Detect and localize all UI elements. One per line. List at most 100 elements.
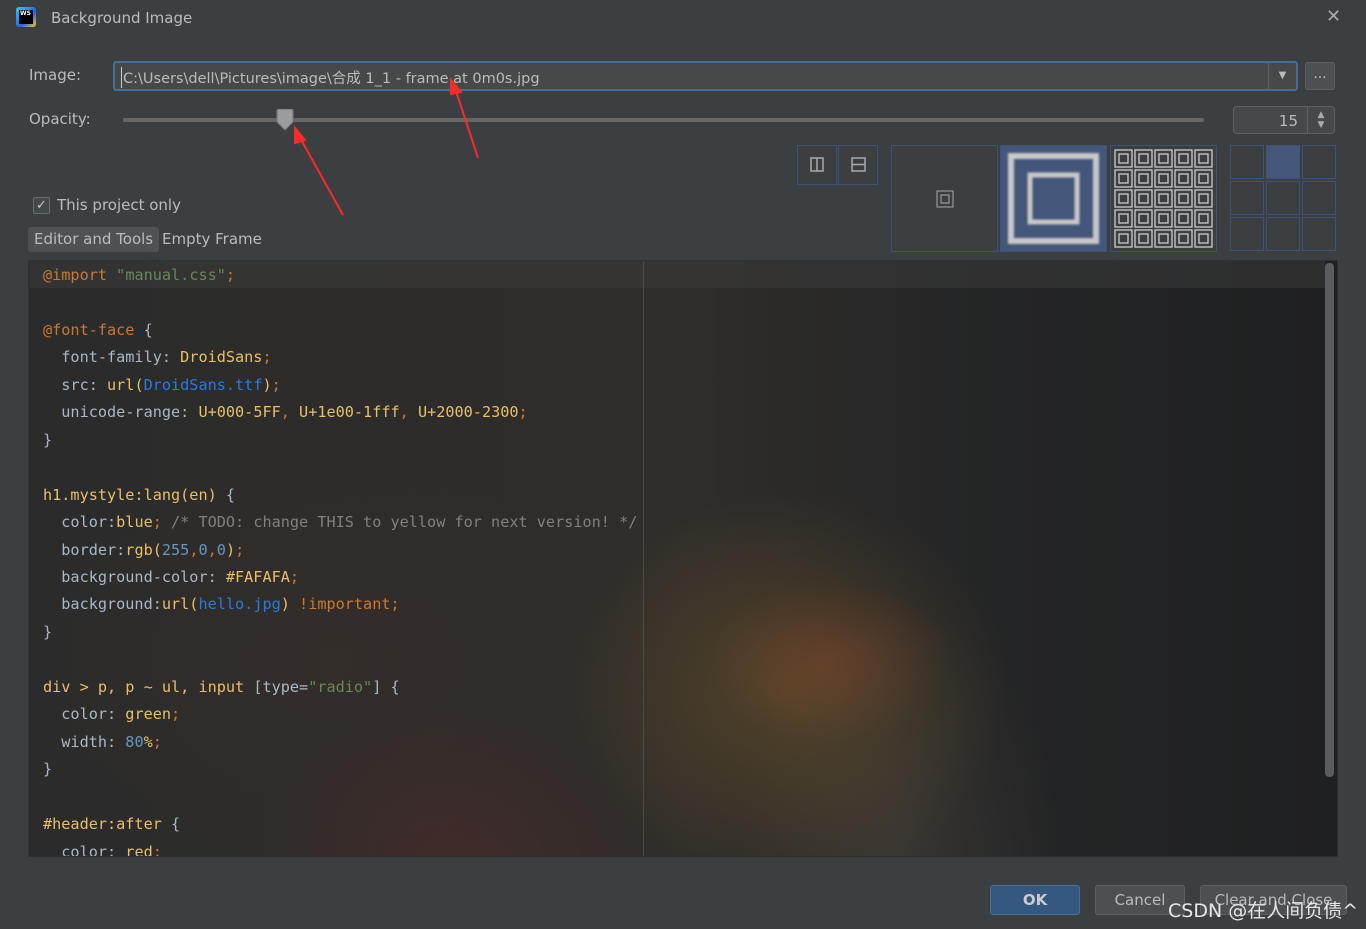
anchor-middle-right[interactable] [1302,181,1336,215]
code-token: #header:after [43,815,162,834]
opacity-slider-thumb[interactable] [276,109,294,131]
fill-mode-tile[interactable] [1110,145,1217,252]
code-line: width: 80%; [43,729,637,756]
code-token: 0 [198,540,208,559]
code-line: } [43,427,637,454]
code-line: background:url(hello.jpg) !important; [43,591,637,618]
code-token: ; [518,403,528,422]
code-token: unicode-range: [43,403,199,422]
code-token: background-color: [43,567,226,586]
plain-image-icon [936,190,954,208]
editor-preview: @import "manual.css"; @font-face { font-… [28,260,1338,857]
anchor-center[interactable] [1266,181,1300,215]
code-token: ; [289,567,300,586]
flip-vertical-button[interactable] [838,145,878,185]
anchor-bottom-left[interactable] [1230,217,1264,251]
this-project-only-checkbox[interactable]: ✓ [33,197,50,214]
code-token: ) [262,375,272,394]
code-token: ; [271,375,281,394]
code-line: #header:after { [43,811,637,838]
tiled-image-icon [1114,149,1213,248]
flip-horizontal-button[interactable] [797,145,837,185]
code-token: ] { [372,677,400,696]
code-line: color: green; [43,701,637,728]
code-token: blue [116,513,153,532]
opacity-value[interactable]: 15 [1279,112,1298,130]
this-project-only-label[interactable]: This project only [57,196,181,214]
browse-button[interactable]: ... [1305,62,1335,90]
tab-editor-and-tools[interactable]: Editor and Tools [28,227,160,252]
tab-empty-frame[interactable]: Empty Frame [156,227,268,252]
code-line: border:rgb(255,0,0); [43,537,637,564]
annotation-arrowhead [294,125,307,145]
code-token: { [216,485,236,504]
anchor-grid[interactable] [1230,145,1337,252]
code-token: border: [43,540,126,559]
code-token: !important [299,595,391,614]
code-token: 80 [125,732,144,751]
code-line: color: red; [43,839,637,857]
anchor-top-left[interactable] [1230,145,1264,179]
code-token: ) [280,595,300,614]
code-token: width: [43,732,126,751]
code-line: } [43,756,637,783]
code-token: 255 [161,540,190,559]
code-token: ; [152,513,172,532]
ok-button[interactable]: OK [990,885,1080,915]
split-vertical-icon [810,157,824,172]
code-token: div > p, p ~ ul, input [43,677,254,696]
anchor-top-center[interactable] [1266,145,1300,179]
window-title: Background Image [51,9,193,27]
webstorm-app-icon: WS [16,7,36,27]
code-token: ; [235,540,245,559]
vertical-scrollbar[interactable] [1325,263,1334,777]
anchor-bottom-right[interactable] [1302,217,1336,251]
code-token: color: [43,513,117,532]
annotation-arrow-opacity [298,135,344,216]
fill-mode-plain[interactable] [891,145,998,252]
opacity-spinner[interactable]: 15 ▲ ▼ [1233,106,1335,134]
image-path-input[interactable]: C:\Users\dell\Pictures\image\合成 1_1 - fr… [121,67,540,88]
code-token: red [125,842,153,857]
code-token: ) [225,540,236,559]
chevron-down-icon[interactable]: ▼ [1268,63,1296,89]
code-token: 0 [216,540,226,559]
code-line: div > p, p ~ ul, input [type="radio"] { [43,674,637,701]
code-token: DroidSans [180,348,263,367]
code-token: "manual.css" [116,266,226,284]
code-token: } [43,430,53,449]
code-token: , [399,403,418,422]
code-token: ; [152,842,162,857]
code-line: h1.mystyle:lang(en) { [43,482,637,509]
code-token: ; [171,705,181,724]
spinner-arrows-icon[interactable]: ▲ ▼ [1307,107,1334,133]
image-label: Image: [29,66,82,84]
code-token: , [280,403,300,422]
code-line: font-family: DroidSans; [43,344,637,371]
code-token: ; [390,595,400,614]
right-margin-guide [643,261,644,856]
close-icon[interactable]: ✕ [1326,6,1341,27]
code-token: @import [43,266,108,284]
code-token: url( [107,375,144,394]
anchor-top-right[interactable] [1302,145,1336,179]
title-bar: WS Background Image ✕ [0,0,1366,38]
scaled-image-icon [1008,153,1099,244]
watermark: CSDN @在人间负债^ [1168,900,1359,922]
code-token: DroidSans.ttf [143,375,263,394]
code-token: [type= [253,677,309,696]
code-sample: @import "manual.css"; @font-face { font-… [43,262,637,857]
fill-mode-scale[interactable] [1000,145,1107,252]
code-token: green [125,705,172,724]
code-token: U+1e00-1fff [299,403,400,422]
code-line: @font-face { [43,317,637,344]
anchor-bottom-center[interactable] [1266,217,1300,251]
code-token: , [207,540,217,559]
image-path-combobox[interactable]: C:\Users\dell\Pictures\image\合成 1_1 - fr… [113,61,1298,91]
anchor-middle-left[interactable] [1230,181,1264,215]
code-token: } [43,760,53,779]
